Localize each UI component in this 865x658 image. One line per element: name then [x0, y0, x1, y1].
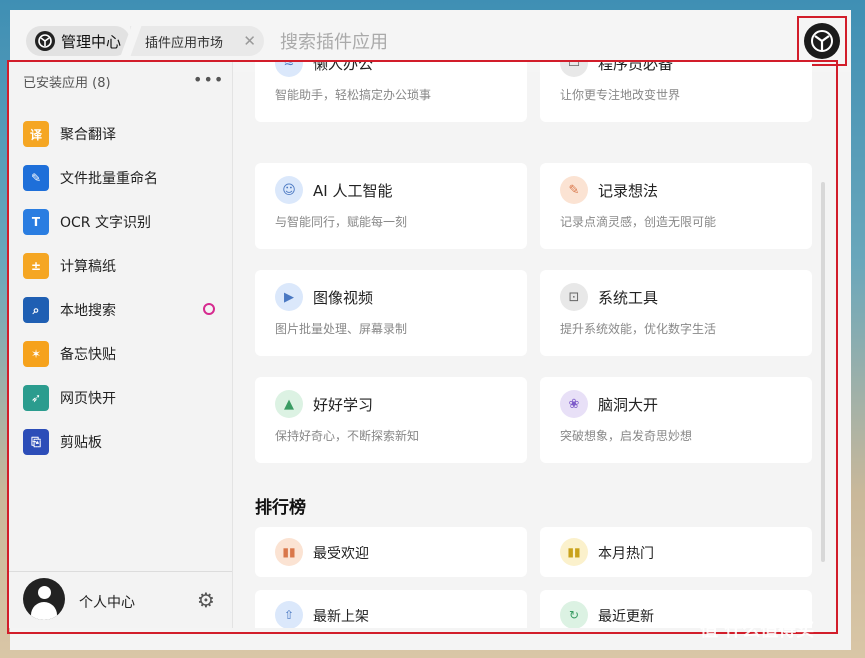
category-title: 记录想法 — [598, 182, 659, 200]
sidebar-item-calculator[interactable]: ± 计算稿纸 — [23, 251, 223, 281]
category-card-system[interactable]: ⊡ 系统工具 提升系统效能，优化数字生活 — [540, 270, 812, 356]
sidebar: 已安装应用 (8) ••• 译 聚合翻译 ✎ 文件批量重命名 T OCR 文字识… — [9, 62, 233, 628]
sidebar-item-ocr[interactable]: T OCR 文字识别 — [23, 207, 223, 237]
sidebar-item-label: 计算稿纸 — [60, 259, 116, 275]
graduation-icon: ▲ — [275, 390, 303, 418]
ai-robot-icon: ☺ — [275, 176, 303, 204]
home-breadcrumb[interactable]: 管理中心 — [26, 26, 130, 56]
brand-logo-button[interactable] — [797, 16, 847, 66]
sidebar-item-label: 聚合翻译 — [60, 127, 116, 143]
sidebar-item-rename[interactable]: ✎ 文件批量重命名 — [23, 163, 223, 193]
sidebar-item-label: 网页快开 — [60, 391, 116, 407]
gear-icon[interactable]: ⚙ — [197, 588, 215, 612]
tab-plugin-market[interactable]: 插件应用市场 ✕ — [120, 26, 264, 56]
sidebar-item-quick-open[interactable]: ➶ 网页快开 — [23, 383, 223, 413]
category-title: 系统工具 — [598, 289, 659, 307]
calculator-icon: ± — [23, 253, 49, 279]
category-card-learning[interactable]: ▲ 好好学习 保持好奇心，不断探索新知 — [255, 377, 527, 463]
rocket-icon: ➶ — [23, 385, 49, 411]
sidebar-item-label: 本地搜索 — [60, 303, 116, 319]
sidebar-item-memo[interactable]: ✶ 备忘快贴 — [23, 339, 223, 369]
avatar[interactable] — [23, 578, 65, 620]
category-title: 脑洞大开 — [598, 396, 659, 414]
category-desc: 突破想象，启发奇思妙想 — [560, 429, 693, 443]
main-content: ≈ 懒人办公 智能助手，轻松搞定办公琐事 ▭ 程序员必备 让你更专注地改变世界 … — [233, 62, 823, 628]
pencil-icon: ✎ — [23, 165, 49, 191]
clipboard-icon: ⎘ — [23, 429, 49, 455]
bar-chart-icon: ▮▮ — [560, 538, 588, 566]
sidebar-item-label: 文件批量重命名 — [60, 171, 158, 187]
profile-center-link[interactable]: 个人中心 — [79, 592, 135, 612]
plugin-badge-icon — [203, 303, 215, 315]
category-desc: 图片批量处理、屏幕录制 — [275, 322, 408, 336]
close-icon[interactable]: ✕ — [243, 32, 256, 50]
category-desc: 让你更专注地改变世界 — [560, 88, 681, 102]
category-title: 好好学习 — [313, 396, 374, 414]
watermark: 值 什么值得买 — [700, 620, 815, 641]
sidebar-item-label: 剪贴板 — [60, 435, 102, 451]
sidebar-item-label: 备忘快贴 — [60, 347, 116, 363]
lazy-office-icon: ≈ — [275, 62, 303, 77]
ranking-title: 最受欢迎 — [313, 546, 369, 562]
category-card-ai[interactable]: ☺ AI 人工智能 与智能同行，赋能每一刻 — [255, 163, 527, 249]
divider — [9, 571, 232, 572]
tab-label: 插件应用市场 — [145, 35, 224, 51]
category-card-notes[interactable]: ✎ 记录想法 记录点滴灵感，创造无限可能 — [540, 163, 812, 249]
sidebar-item-translate[interactable]: 译 聚合翻译 — [23, 119, 223, 149]
translate-icon: 译 — [23, 121, 49, 147]
star-note-icon: ✶ — [23, 341, 49, 367]
bar-chart-icon: ▮▮ — [275, 538, 303, 566]
app-logo-icon — [35, 31, 55, 51]
avatar-head — [38, 586, 51, 599]
category-card-lazy-office[interactable]: ≈ 懒人办公 智能助手，轻松搞定办公琐事 — [255, 62, 527, 122]
terminal-icon: ▭ — [560, 62, 588, 77]
category-title: 程序员必备 — [598, 62, 674, 73]
category-desc: 记录点滴灵感，创造无限可能 — [560, 215, 717, 229]
ranking-item-monthly-hot[interactable]: ▮▮ 本月热门 — [540, 527, 812, 577]
ranking-item-popular[interactable]: ▮▮ 最受欢迎 — [255, 527, 527, 577]
sidebar-item-label: OCR 文字识别 — [60, 215, 151, 231]
category-title: 图像视频 — [313, 289, 374, 307]
home-breadcrumb-label: 管理中心 — [61, 32, 122, 51]
ocr-icon: T — [23, 209, 49, 235]
scrollbar[interactable] — [820, 62, 826, 628]
pen-icon: ✎ — [560, 176, 588, 204]
ranking-title: 最近更新 — [598, 609, 654, 625]
ranking-title: 最新上架 — [313, 609, 369, 625]
sidebar-item-clipboard[interactable]: ⎘ 剪贴板 — [23, 427, 223, 457]
refresh-icon: ↻ — [560, 601, 588, 628]
scrollbar-thumb[interactable] — [821, 182, 825, 562]
category-title: 懒人办公 — [313, 62, 374, 73]
brain-icon: ❀ — [560, 390, 588, 418]
toolbox-icon: ⊡ — [560, 283, 588, 311]
category-title: AI 人工智能 — [313, 182, 393, 200]
category-desc: 与智能同行，赋能每一刻 — [275, 215, 408, 229]
ranking-title: 本月热门 — [598, 546, 654, 562]
upload-icon: ⇧ — [275, 601, 303, 628]
category-card-programmer[interactable]: ▭ 程序员必备 让你更专注地改变世界 — [540, 62, 812, 122]
brand-logo-icon — [804, 23, 840, 59]
ranking-section-title: 排行榜 — [255, 498, 306, 518]
category-desc: 智能助手，轻松搞定办公琐事 — [275, 88, 432, 102]
category-desc: 提升系统效能，优化数字生活 — [560, 322, 717, 336]
avatar-body — [31, 602, 57, 620]
category-card-media[interactable]: ▶ 图像视频 图片批量处理、屏幕录制 — [255, 270, 527, 356]
more-options-icon[interactable]: ••• — [193, 70, 224, 89]
search-input[interactable] — [278, 26, 762, 58]
category-desc: 保持好奇心，不断探索新知 — [275, 429, 420, 443]
category-card-brainstorm[interactable]: ❀ 脑洞大开 突破想象，启发奇思妙想 — [540, 377, 812, 463]
ranking-item-newest[interactable]: ⇧ 最新上架 — [255, 590, 527, 628]
installed-apps-header: 已安装应用 (8) — [23, 76, 111, 91]
sidebar-item-local-search[interactable]: ⌕ 本地搜索 — [23, 295, 223, 325]
search-icon: ⌕ — [23, 297, 49, 323]
video-icon: ▶ — [275, 283, 303, 311]
